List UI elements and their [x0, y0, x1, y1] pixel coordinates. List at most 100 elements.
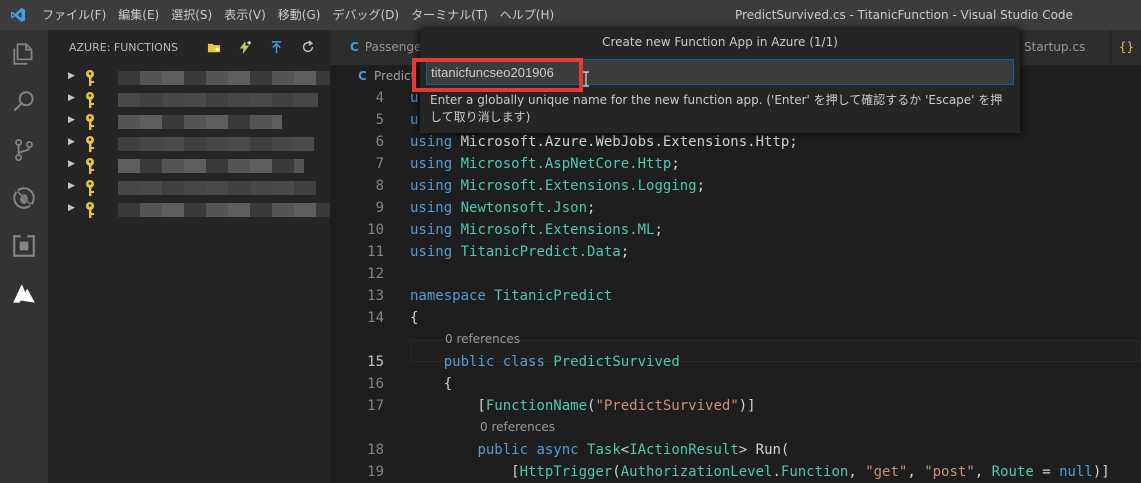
refresh-icon[interactable] — [299, 38, 317, 56]
redacted-block — [118, 137, 140, 151]
line-number: 6 — [375, 134, 384, 150]
code-token: using — [410, 244, 453, 260]
redacted-block — [162, 115, 184, 129]
redacted-block — [206, 181, 228, 195]
menu-item[interactable]: ターミナル(T) — [405, 0, 494, 30]
azure-icon[interactable] — [0, 270, 48, 318]
code-token: u — [410, 90, 419, 106]
code-line[interactable]: 18 public async Task<IActionResult> Run( — [330, 439, 1141, 461]
redacted-block — [316, 93, 318, 107]
code-token: u — [410, 112, 419, 128]
code-line[interactable]: 9 using Newtonsoft.Json; — [330, 197, 1141, 219]
redacted-block — [184, 159, 206, 173]
redacted-block — [162, 137, 184, 151]
code-token: public — [443, 354, 495, 370]
code-line[interactable]: 19 [HttpTrigger(AuthorizationLevel.Funct… — [330, 461, 1141, 483]
menu-item[interactable]: 表示(V) — [218, 0, 272, 30]
codelens-references[interactable]: 0 references — [480, 417, 555, 437]
chevron-right-icon[interactable]: ▶ — [68, 181, 75, 191]
tab-passenger[interactable]: C Passenge — [330, 30, 422, 65]
redacted-block — [162, 93, 184, 107]
code-text: using Microsoft.Extensions.ML; — [410, 219, 663, 241]
code-line[interactable]: 14 { — [330, 307, 1141, 329]
code-text: using Microsoft.Azure.WebJobs.Extensions… — [410, 131, 798, 153]
codelens-references[interactable]: 0 references — [445, 329, 520, 349]
tab-startup[interactable]: Startup.cs — [1018, 30, 1110, 65]
redacted-block — [162, 159, 184, 173]
search-icon[interactable] — [0, 78, 48, 126]
chevron-right-icon[interactable]: ▶ — [68, 159, 75, 169]
menu-item[interactable]: 選択(S) — [165, 0, 218, 30]
redacted-block — [140, 181, 162, 195]
code-token: TitanicPredict — [494, 288, 613, 304]
extensions-icon[interactable] — [0, 222, 48, 270]
code-line[interactable]: 11 using TitanicPredict.Data; — [330, 241, 1141, 263]
breadcrumb-item[interactable]: Predict — [374, 65, 415, 87]
json-file-icon[interactable]: {} — [1112, 30, 1141, 65]
line-number: 11 — [367, 244, 384, 260]
code-token: [ — [410, 398, 486, 414]
chevron-right-icon[interactable]: ▶ — [68, 93, 75, 103]
redacted-block — [140, 115, 162, 129]
code-line[interactable]: 17 [FunctionName("PredictSurvived")] — [330, 395, 1141, 417]
line-number: 17 — [367, 398, 384, 414]
code-token: ; — [671, 156, 680, 172]
menu-item[interactable]: ヘルプ(H) — [494, 0, 560, 30]
chevron-right-icon[interactable]: ▶ — [68, 115, 75, 125]
menu-bar: ファイル(F) 編集(E) 選択(S) 表示(V) 移動(G) デバッグ(D) ターミナル(… — [36, 0, 560, 30]
code-token: "PredictSurvived" — [595, 398, 739, 414]
menu-item[interactable]: デバッグ(D) — [326, 0, 405, 30]
code-token: ; — [620, 244, 630, 260]
code-token: . — [772, 464, 781, 480]
redacted-block — [272, 203, 294, 217]
code-line[interactable]: 10 using Microsoft.Extensions.ML; — [330, 219, 1141, 241]
code-line[interactable]: 13 namespace TitanicPredict — [330, 285, 1141, 307]
new-project-icon[interactable] — [205, 38, 223, 56]
debug-icon[interactable] — [0, 174, 48, 222]
redacted-block — [118, 203, 140, 217]
code-token: null — [1059, 464, 1093, 480]
redacted-block — [118, 159, 140, 173]
code-line[interactable]: 16 { — [330, 373, 1141, 395]
sidebar-title: AZURE: FUNCTIONS — [69, 41, 179, 54]
code-editor[interactable]: 4 u 5 u 6 using Microsoft.Azure.WebJobs.Exten… — [330, 87, 1141, 483]
menu-item[interactable]: ファイル(F) — [36, 0, 112, 30]
redacted-block — [140, 203, 162, 217]
code-token: Task — [587, 442, 621, 458]
subscription-item[interactable]: ▶ — [48, 177, 330, 199]
line-number: 16 — [367, 376, 384, 392]
code-line[interactable]: 8 using Microsoft.Extensions.Logging; — [330, 175, 1141, 197]
subscription-item[interactable]: ▶ — [48, 199, 360, 221]
redacted-block — [184, 203, 206, 217]
subscription-item[interactable]: ▶ — [48, 89, 330, 111]
subscription-item[interactable]: ▶ — [48, 111, 330, 133]
redacted-block — [228, 203, 250, 217]
source-control-icon[interactable] — [0, 126, 48, 174]
subscription-item[interactable]: ▶ — [48, 155, 330, 177]
menu-item[interactable]: 編集(E) — [112, 0, 165, 30]
create-function-icon[interactable] — [235, 38, 253, 56]
subscription-item[interactable]: ▶ — [48, 67, 360, 89]
code-token: )] — [738, 398, 756, 414]
redacted-block — [272, 93, 294, 107]
code-line[interactable]: 7 using Microsoft.AspNetCore.Http; — [330, 153, 1141, 175]
redacted-block — [184, 71, 206, 85]
explorer-icon[interactable] — [0, 30, 48, 78]
code-text: public async Task<IActionResult> Run( — [410, 439, 789, 461]
menu-item[interactable]: 移動(G) — [272, 0, 327, 30]
chevron-right-icon[interactable]: ▶ — [68, 71, 75, 81]
code-line[interactable]: 12 — [330, 263, 1141, 285]
code-line[interactable]: 6 using Microsoft.Azure.WebJobs.Extension… — [330, 131, 1141, 153]
window-title: PredictSurvived.cs - TitanicFunction - V… — [735, 8, 1073, 22]
subscription-item[interactable]: ▶ — [48, 133, 330, 155]
redacted-block — [272, 181, 294, 195]
chevron-right-icon[interactable]: ▶ — [68, 137, 75, 147]
quick-input-message: Enter a globally unique name for the new… — [430, 93, 1003, 124]
code-line[interactable]: 15 public class PredictSurvived — [330, 351, 1141, 373]
line-number: 19 — [367, 464, 384, 480]
deploy-icon[interactable] — [267, 38, 285, 56]
chevron-right-icon[interactable]: ▶ — [68, 203, 75, 213]
